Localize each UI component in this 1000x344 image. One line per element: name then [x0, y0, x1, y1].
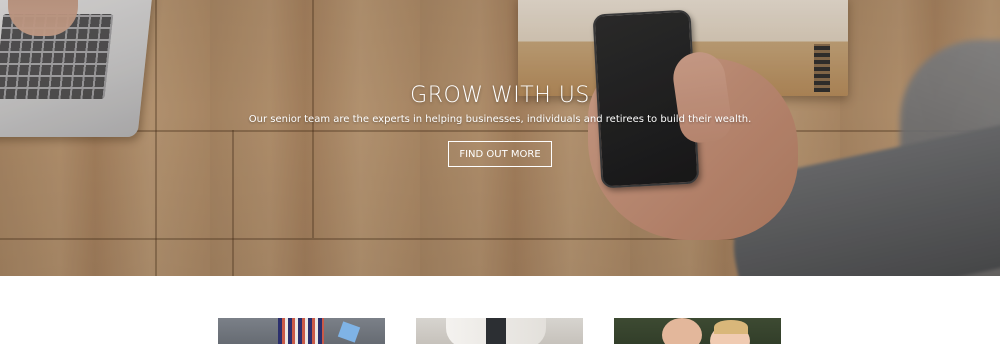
- shirt-collar: [278, 318, 324, 344]
- team-photo-shirts[interactable]: [416, 318, 583, 344]
- team-photo-suit[interactable]: [218, 318, 385, 344]
- pocket-square: [337, 321, 361, 343]
- hero-banner: GROW WITH US Our senior team are the exp…: [0, 0, 1000, 276]
- find-out-more-button[interactable]: FIND OUT MORE: [448, 141, 552, 167]
- hero-overlay: [0, 0, 1000, 276]
- child-hair: [714, 320, 748, 334]
- dark-tie: [486, 318, 506, 344]
- team-photo-children[interactable]: [614, 318, 781, 344]
- child-face: [662, 318, 702, 344]
- hero-title: GROW WITH US: [410, 83, 590, 108]
- hero-subtitle: Our senior team are the experts in helpi…: [248, 114, 752, 125]
